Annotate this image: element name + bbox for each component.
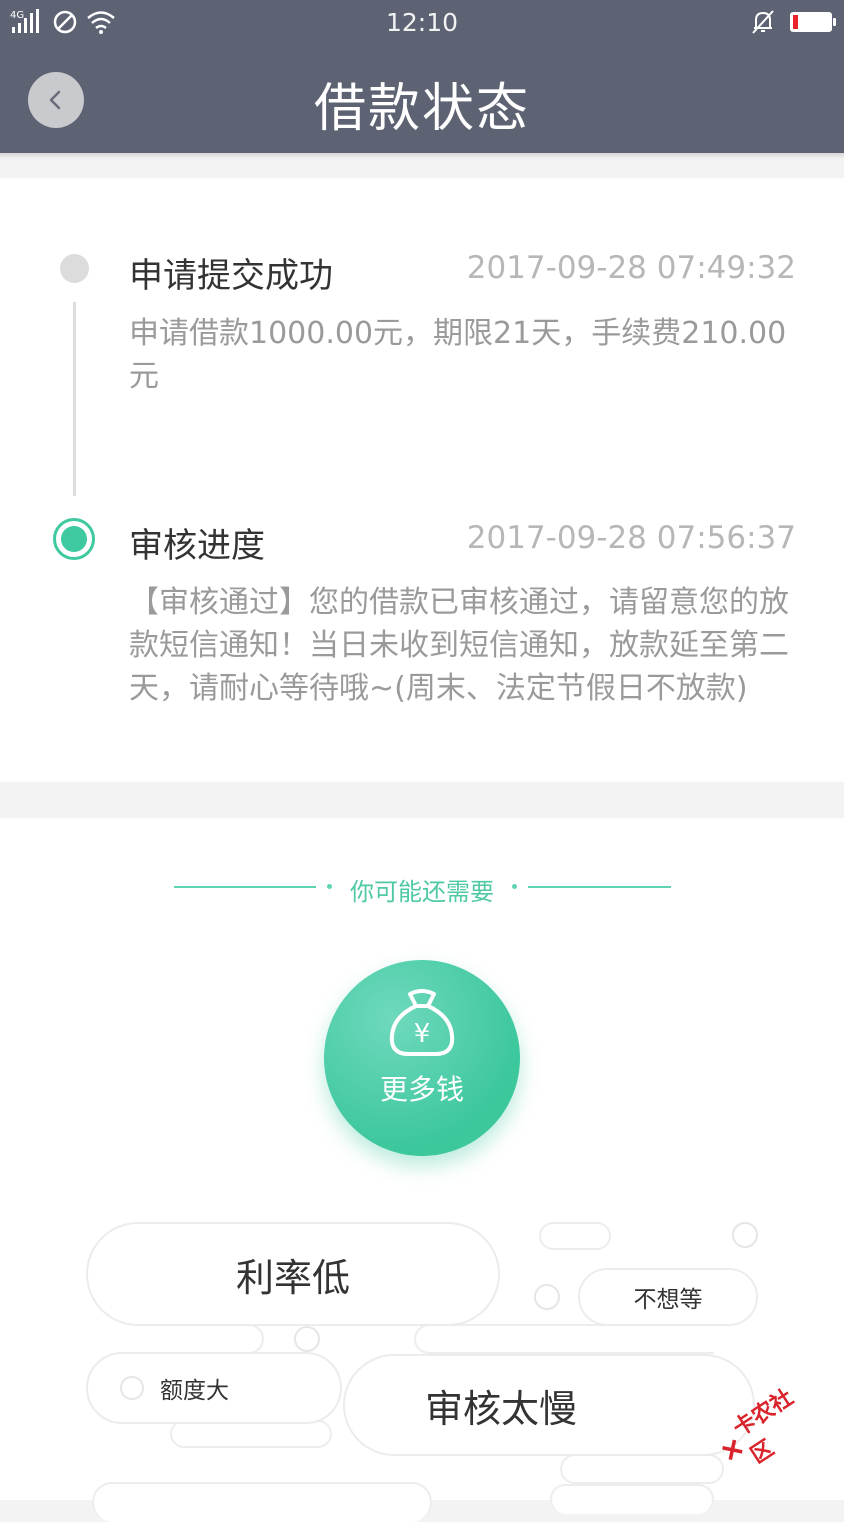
svg-text:¥: ¥ <box>414 1019 431 1049</box>
more-money-button[interactable]: ¥ 更多钱 <box>324 960 520 1156</box>
more-money-label: 更多钱 <box>379 1073 464 1106</box>
tag-slow-review-label: 审核太慢 <box>425 1386 578 1431</box>
tag-large-amount-label: 额度大 <box>160 1378 229 1404</box>
timeline-connector <box>73 302 76 496</box>
timeline-card: 申请提交成功 2017-09-28 07:49:32 申请借款1000.00元，… <box>0 178 844 782</box>
step-description: 【审核通过】您的借款已审核通过，请留意您的放款短信通知！当日未收到短信通知，放款… <box>129 585 789 706</box>
deco-pill <box>414 1324 714 1354</box>
recommend-heading: 你可能还需要 <box>350 878 494 906</box>
tag-slow-review[interactable]: 审核太慢 <box>343 1354 755 1456</box>
step-description: 申请借款1000.00元，期限21天，手续费210.00元 <box>129 316 787 394</box>
step-time: 2017-09-28 07:49:32 <box>466 250 796 286</box>
tag-bullet-circle <box>120 1376 144 1400</box>
divider-right-dot <box>512 884 517 889</box>
deco-circle <box>294 1326 320 1352</box>
battery-low-icon <box>790 12 836 32</box>
bell-muted-icon <box>752 10 774 34</box>
nav-header: 借款状态 <box>0 46 844 153</box>
deco-circle <box>732 1222 758 1248</box>
step-dot-current <box>53 518 95 560</box>
battery-fill <box>793 15 798 29</box>
deco-pill <box>560 1454 724 1484</box>
step-dot-done <box>60 254 89 283</box>
step-dot-current-inner <box>61 526 87 552</box>
step-time: 2017-09-28 07:56:37 <box>466 520 796 556</box>
deco-pill <box>230 1324 264 1354</box>
page-title: 借款状态 <box>313 79 530 139</box>
status-time: 12:10 <box>385 8 459 37</box>
recommend-section: 你可能还需要 ¥ 更多钱 利率低 不想等 额度大 审核太慢 <box>0 818 844 1522</box>
money-bag-icon: ¥ <box>389 989 455 1056</box>
divider-right-line <box>528 886 671 888</box>
tag-low-rate-label: 利率低 <box>235 1255 350 1300</box>
tag-low-rate[interactable]: 利率低 <box>86 1222 500 1326</box>
deco-pill <box>539 1222 611 1250</box>
tag-no-wait[interactable]: 不想等 <box>578 1268 758 1326</box>
status-bar: 4G 12:10 <box>0 0 844 46</box>
deco-pill <box>550 1484 714 1514</box>
deco-pill <box>92 1482 432 1522</box>
step-title: 申请提交成功 <box>129 256 333 296</box>
deco-circle <box>534 1284 560 1310</box>
tag-no-wait-label: 不想等 <box>633 1287 703 1313</box>
tag-large-amount[interactable]: 额度大 <box>86 1352 342 1424</box>
step-title: 审核进度 <box>129 526 265 566</box>
status-right <box>750 8 836 36</box>
deco-pill <box>170 1420 332 1448</box>
header-shadow <box>0 153 844 159</box>
